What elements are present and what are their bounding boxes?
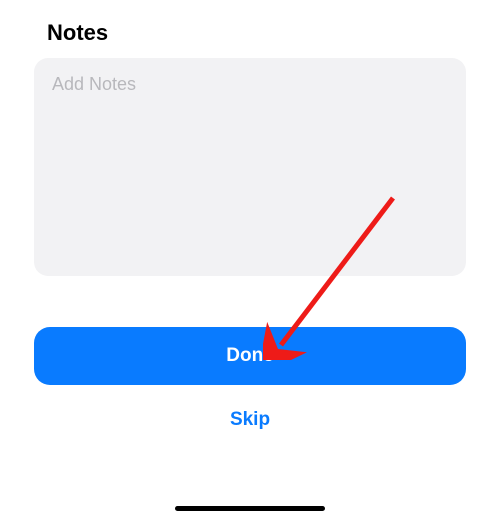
- done-button[interactable]: Done: [34, 327, 466, 385]
- page-title: Notes: [34, 0, 466, 58]
- notes-input[interactable]: [34, 58, 466, 276]
- skip-button[interactable]: Skip: [34, 409, 466, 431]
- home-indicator: [175, 506, 325, 511]
